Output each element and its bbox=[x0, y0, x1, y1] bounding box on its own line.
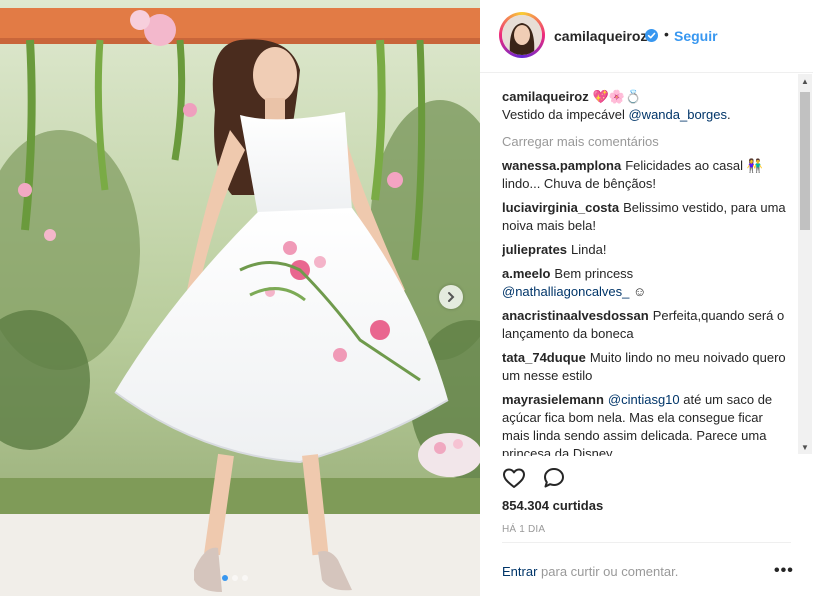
list-item: julieprates Linda! bbox=[502, 241, 792, 259]
profile-photo-icon bbox=[502, 15, 542, 55]
login-prompt-text: para curtir ou comentar. bbox=[541, 564, 679, 579]
list-item: a.meelo Bem princess @nathalliagoncalves_… bbox=[502, 265, 792, 301]
caption-suffix: . bbox=[726, 107, 731, 122]
likes-count[interactable]: 854.304 curtidas bbox=[502, 498, 603, 513]
post-author-username[interactable]: camilaqueiroz bbox=[554, 28, 647, 44]
like-button[interactable] bbox=[502, 466, 526, 495]
list-item: mayrasielemann @cintiasg10 até um saco de… bbox=[502, 391, 792, 456]
comment-bubble-icon bbox=[544, 468, 564, 488]
comment-mention[interactable]: @nathalliagoncalves_ bbox=[502, 284, 629, 299]
carousel-dot-3 bbox=[242, 575, 248, 581]
comment-text: Linda! bbox=[571, 242, 607, 257]
post-header: camilaqueiroz • Seguir bbox=[480, 0, 813, 73]
comment-username[interactable]: a.meelo bbox=[502, 266, 550, 281]
heart-icon bbox=[503, 468, 525, 488]
more-options-icon[interactable]: ••• bbox=[774, 562, 794, 580]
comments-scrollbar[interactable]: ▲ ▼ bbox=[798, 74, 812, 454]
comment-username[interactable]: anacristinaalvesdossan bbox=[502, 308, 649, 323]
comment-text-after: ☺ bbox=[629, 284, 647, 299]
scroll-up-arrow-icon[interactable]: ▲ bbox=[798, 74, 812, 88]
scroll-down-arrow-icon[interactable]: ▼ bbox=[798, 440, 812, 454]
carousel-dot-2 bbox=[232, 575, 238, 581]
post-details-panel: camilaqueiroz • Seguir camilaqueiroz 💖🌸💍 … bbox=[480, 0, 813, 596]
comment-username[interactable]: julieprates bbox=[502, 242, 567, 257]
follow-button[interactable]: Seguir bbox=[674, 28, 718, 44]
photo-illustration bbox=[0, 0, 480, 596]
login-link[interactable]: Entrar bbox=[502, 564, 537, 579]
post-caption: camilaqueiroz 💖🌸💍 Vestido da impecável @w… bbox=[502, 88, 792, 124]
avatar-image bbox=[502, 15, 542, 55]
post-actions bbox=[502, 466, 566, 495]
comments-list: camilaqueiroz 💖🌸💍 Vestido da impecável @w… bbox=[502, 88, 792, 456]
chevron-right-icon bbox=[448, 292, 455, 302]
comment-button[interactable] bbox=[542, 466, 566, 495]
avatar[interactable] bbox=[499, 12, 545, 58]
comment-text: Bem princess bbox=[554, 266, 634, 281]
carousel-dot-1 bbox=[222, 575, 228, 581]
divider bbox=[502, 542, 791, 543]
load-more-comments-button[interactable]: Carregar mais comentários bbox=[502, 133, 792, 151]
list-item: wanessa.pamplona Felicidades ao casal 👫 l… bbox=[502, 157, 792, 193]
comment-username[interactable]: wanessa.pamplona bbox=[502, 158, 621, 173]
instagram-post-modal: camilaqueiroz • Seguir camilaqueiroz 💖🌸💍 … bbox=[0, 0, 813, 596]
scroll-thumb[interactable] bbox=[800, 92, 810, 230]
comment-username[interactable]: mayrasielemann bbox=[502, 392, 604, 407]
caption-username[interactable]: camilaqueiroz bbox=[502, 89, 589, 104]
caption-mention[interactable]: @wanda_borges bbox=[628, 107, 726, 122]
comment-mention[interactable]: @cintiasg10 bbox=[608, 392, 680, 407]
carousel-indicator bbox=[222, 575, 248, 581]
caption-text: Vestido da impecável bbox=[502, 107, 625, 122]
login-prompt: Entrar para curtir ou comentar. bbox=[502, 564, 678, 579]
post-photo bbox=[0, 0, 480, 596]
list-item: luciavirginia_costa Belissimo vestido, pa… bbox=[502, 199, 792, 235]
post-timestamp[interactable]: HÁ 1 DIA bbox=[502, 524, 545, 535]
comment-username[interactable]: luciavirginia_costa bbox=[502, 200, 619, 215]
verified-badge-icon bbox=[645, 29, 658, 42]
next-photo-button[interactable] bbox=[439, 285, 463, 309]
list-item: tata_74duque Muito lindo no meu noivado q… bbox=[502, 349, 792, 385]
list-item: anacristinaalvesdossan Perfeita,quando se… bbox=[502, 307, 792, 343]
caption-emoji: 💖🌸💍 bbox=[592, 89, 642, 104]
header-separator: • bbox=[664, 26, 669, 42]
comment-username[interactable]: tata_74duque bbox=[502, 350, 586, 365]
